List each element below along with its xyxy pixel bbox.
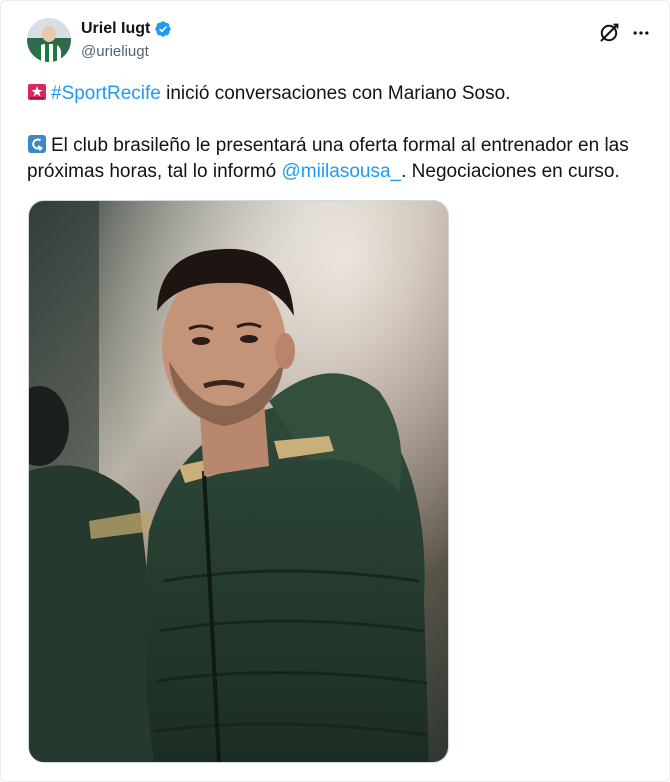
grok-button[interactable] bbox=[597, 21, 621, 45]
more-options-button[interactable] bbox=[629, 21, 653, 45]
more-options-icon bbox=[633, 31, 649, 35]
siren-emoji-icon bbox=[28, 84, 46, 100]
author-avatar[interactable] bbox=[27, 18, 71, 62]
verified-badge-icon bbox=[155, 21, 172, 37]
tweet-text-line1: #SportRecife inició conversaciones con M… bbox=[27, 81, 647, 107]
tweet-photo[interactable] bbox=[28, 200, 449, 763]
photo-man-green-jacket bbox=[29, 201, 448, 762]
mention-miilasousa-link[interactable]: @miilasousa_ bbox=[282, 161, 402, 182]
return-arrow-emoji-icon bbox=[28, 135, 46, 153]
grok-icon bbox=[600, 23, 619, 42]
author-name-row: Uriel Iugt bbox=[81, 20, 172, 38]
author-handle[interactable]: @urieliugt bbox=[81, 43, 149, 60]
avatar-shirt bbox=[37, 44, 61, 62]
tweet-text-line2: El club brasileño le presentará una ofer… bbox=[27, 133, 647, 185]
tweet-card[interactable]: Uriel Iugt @urieliugt #SportRecife inici… bbox=[0, 0, 670, 782]
tweet-text-line2-post: . Negociaciones en curso. bbox=[401, 161, 620, 182]
author-display-name[interactable]: Uriel Iugt bbox=[81, 20, 150, 38]
tweet-text-line1-rest: inició conversaciones con Mariano Soso. bbox=[160, 83, 511, 104]
hashtag-sportrecife-link[interactable]: #SportRecife bbox=[51, 83, 161, 104]
avatar-head bbox=[42, 26, 56, 42]
